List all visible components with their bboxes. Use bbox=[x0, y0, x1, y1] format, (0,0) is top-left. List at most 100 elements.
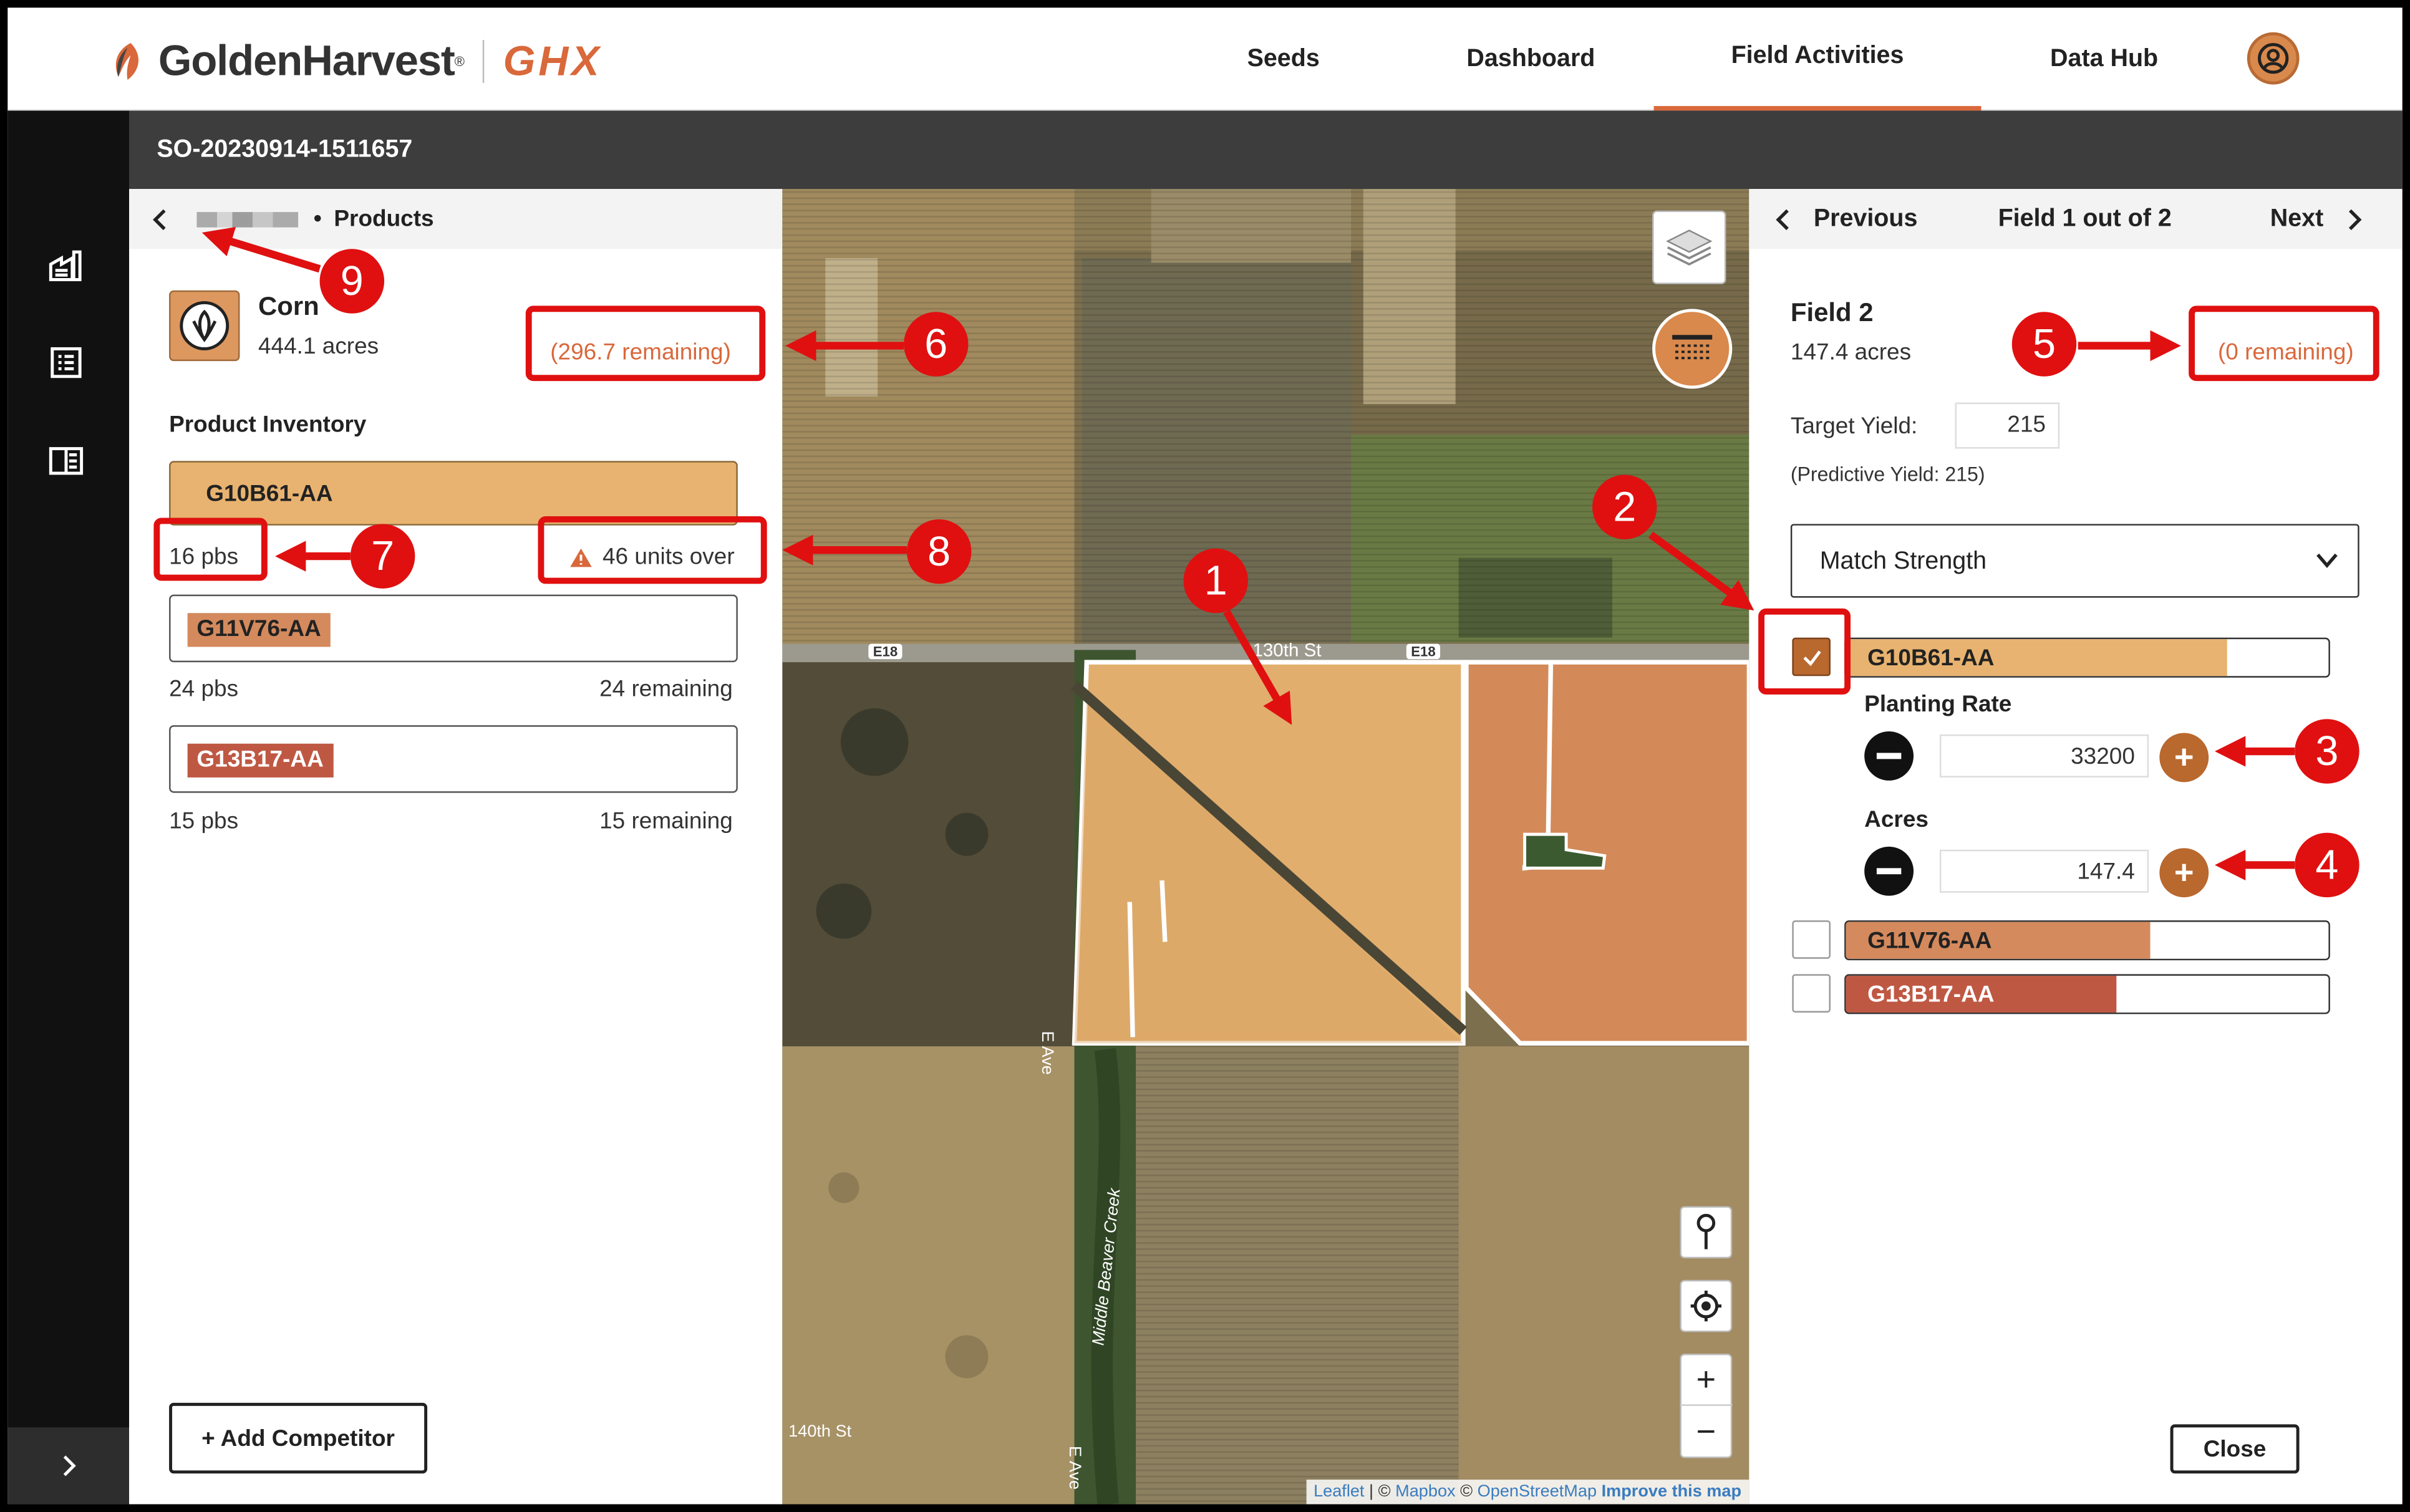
product-qty: 15 pbs bbox=[169, 808, 239, 835]
predictive-yield: (Predictive Yield: 215) bbox=[1790, 462, 1985, 486]
brand-name: GoldenHarvest bbox=[158, 37, 455, 85]
next-label: Next bbox=[2270, 206, 2324, 233]
registered-mark: ® bbox=[454, 54, 465, 69]
route-shield-e18: E18 bbox=[1406, 643, 1441, 660]
drop-pin-button[interactable] bbox=[1680, 1206, 1733, 1259]
product-name: G10B61-AA bbox=[1867, 645, 1995, 672]
callout-badge-1: 1 bbox=[1183, 548, 1248, 614]
logo-divider bbox=[483, 40, 485, 84]
nav-seeds[interactable]: Seeds bbox=[1199, 7, 1368, 110]
field-counter: Field 1 out of 2 bbox=[1998, 206, 2172, 233]
match-bar-g11v76[interactable]: G11V76-AA bbox=[1844, 920, 2330, 961]
planting-rx-button[interactable] bbox=[1652, 309, 1733, 389]
match-bar-g10b61[interactable]: G10B61-AA bbox=[1844, 637, 2330, 678]
improve-map-link[interactable]: Improve this map bbox=[1602, 1483, 1741, 1501]
mapbox-link[interactable]: Mapbox bbox=[1395, 1483, 1455, 1501]
road-label-e-ave: E Ave bbox=[1037, 1031, 1056, 1075]
satellite-imagery bbox=[782, 189, 1749, 1505]
previous-button[interactable]: Previous bbox=[1774, 206, 1918, 233]
top-navigation: GoldenHarvest ® GHX Seeds Dashboard Fiel… bbox=[7, 7, 2403, 111]
zoom-out-button[interactable]: − bbox=[1680, 1406, 1732, 1457]
crop-name: Corn bbox=[258, 292, 319, 322]
sort-selected: Match Strength bbox=[1819, 548, 1987, 575]
product-name: G11V76-AA bbox=[187, 613, 331, 647]
expand-rail-button[interactable] bbox=[7, 1427, 129, 1505]
callout-badge-7: 7 bbox=[350, 524, 415, 589]
field-map[interactable]: 130th St E18 E18 E Ave Middle Beaver Cre… bbox=[782, 189, 1749, 1505]
crosshair-icon bbox=[1690, 1290, 1721, 1322]
products-panel: • Products Corn 444.1 acres (296.7 remai… bbox=[128, 189, 783, 1505]
map-attribution: Leaflet | © Mapbox © OpenStreetMap Impro… bbox=[1305, 1480, 1749, 1505]
app-window: GoldenHarvest ® GHX Seeds Dashboard Fiel… bbox=[7, 7, 2403, 1505]
account-avatar[interactable] bbox=[2247, 32, 2300, 85]
product-name: G13B17-AA bbox=[187, 743, 333, 778]
decrease-acres-button[interactable] bbox=[1864, 846, 1914, 896]
acres-label: Acres bbox=[1864, 806, 1928, 833]
sort-dropdown[interactable]: Match Strength bbox=[1790, 524, 2359, 598]
acres-input[interactable]: 147.4 bbox=[1939, 849, 2149, 893]
brand-logo[interactable]: GoldenHarvest ® GHX bbox=[109, 36, 602, 88]
leaf-logo-icon bbox=[115, 43, 139, 80]
chevron-right-icon bbox=[2348, 209, 2361, 231]
previous-label: Previous bbox=[1813, 206, 1918, 233]
inventory-item-g13b17[interactable]: G13B17-AA bbox=[169, 725, 738, 793]
inventory-heading: Product Inventory bbox=[169, 412, 367, 438]
pin-icon bbox=[1696, 1213, 1716, 1250]
minus-icon bbox=[1876, 753, 1902, 759]
breadcrumb: • Products bbox=[128, 189, 783, 249]
farm-icon[interactable] bbox=[47, 246, 84, 282]
field-pager: Previous Field 1 out of 2 Next bbox=[1749, 189, 2403, 249]
zoom-in-button[interactable]: + bbox=[1680, 1356, 1733, 1406]
product-remaining: 15 remaining bbox=[599, 808, 733, 835]
chevron-left-icon bbox=[1776, 209, 1789, 231]
product-name: G11V76-AA bbox=[1867, 928, 1992, 955]
field-name: Field 2 bbox=[1790, 298, 1874, 327]
locate-button[interactable] bbox=[1680, 1279, 1733, 1332]
close-button[interactable]: Close bbox=[2170, 1424, 2300, 1474]
select-g13b17-checkbox[interactable] bbox=[1792, 974, 1831, 1013]
planting-rate-input[interactable]: 33200 bbox=[1939, 734, 2149, 778]
osm-link[interactable]: OpenStreetMap bbox=[1478, 1483, 1597, 1501]
brand-sub: GHX bbox=[503, 37, 602, 84]
highlight-qty bbox=[153, 518, 268, 581]
corn-icon bbox=[169, 290, 240, 362]
product-name: G13B17-AA bbox=[1867, 981, 1995, 1008]
callout-badge-8: 8 bbox=[906, 519, 972, 584]
nav-data-hub[interactable]: Data Hub bbox=[2015, 7, 2194, 110]
road-label-140th: 140th St bbox=[788, 1422, 852, 1442]
planting-rate-label: Planting Rate bbox=[1864, 691, 2012, 718]
route-shield-e18: E18 bbox=[868, 643, 903, 660]
add-competitor-button[interactable]: + Add Competitor bbox=[169, 1402, 428, 1474]
breadcrumb-separator: • bbox=[313, 206, 322, 233]
chevron-down-icon bbox=[2316, 553, 2338, 569]
list-icon[interactable] bbox=[47, 344, 84, 381]
match-bar-g13b17[interactable]: G13B17-AA bbox=[1844, 974, 2330, 1014]
nav-field-activities[interactable]: Field Activities bbox=[1653, 7, 1982, 111]
inventory-item-g11v76[interactable]: G11V76-AA bbox=[169, 594, 738, 663]
highlight-units-over bbox=[538, 516, 767, 584]
highlight-checkbox bbox=[1758, 608, 1851, 695]
callout-badge-6: 6 bbox=[904, 312, 969, 377]
product-qty: 24 pbs bbox=[169, 676, 239, 703]
callout-badge-3: 3 bbox=[2295, 719, 2359, 784]
plus-icon: + bbox=[2174, 737, 2194, 776]
callout-badge-5: 5 bbox=[2011, 312, 2077, 377]
increase-rate-button[interactable]: + bbox=[2159, 733, 2209, 782]
chevron-right-icon bbox=[62, 1455, 75, 1476]
attribution-separator: | bbox=[1369, 1483, 1374, 1501]
book-icon[interactable] bbox=[47, 443, 84, 479]
select-g11v76-checkbox[interactable] bbox=[1792, 920, 1831, 959]
nav-dashboard[interactable]: Dashboard bbox=[1437, 7, 1625, 110]
next-button[interactable]: Next bbox=[2270, 206, 2364, 233]
decrease-rate-button[interactable] bbox=[1864, 731, 1914, 781]
increase-acres-button[interactable]: + bbox=[2159, 848, 2209, 898]
product-name: G10B61-AA bbox=[206, 481, 333, 508]
target-yield-input[interactable]: 215 bbox=[1955, 402, 2060, 449]
field-acres: 147.4 acres bbox=[1790, 339, 1912, 366]
layers-button[interactable] bbox=[1652, 210, 1726, 284]
back-chevron-icon[interactable] bbox=[150, 208, 184, 230]
redacted-grower-name[interactable] bbox=[196, 211, 299, 227]
leaflet-link[interactable]: Leaflet bbox=[1314, 1483, 1364, 1501]
plus-icon: + bbox=[2174, 852, 2194, 892]
order-bar: SO-20230914-1511657 bbox=[128, 110, 2403, 190]
